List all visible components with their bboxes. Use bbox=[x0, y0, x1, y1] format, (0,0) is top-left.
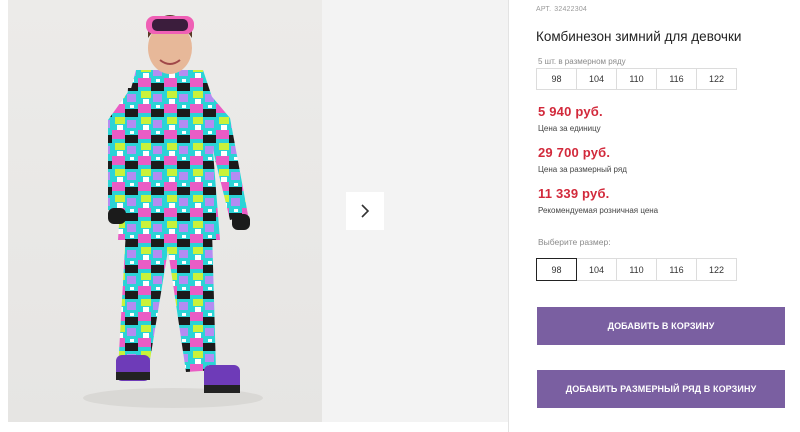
retail-price-label: Рекомендуемая розничная цена bbox=[538, 206, 659, 215]
chevron-right-icon bbox=[359, 203, 371, 219]
sku-value: 32422304 bbox=[554, 6, 588, 13]
size-option-98[interactable]: 98 bbox=[536, 258, 577, 281]
column-divider bbox=[508, 0, 509, 432]
size-option-110[interactable]: 110 bbox=[616, 258, 657, 281]
add-to-cart-button[interactable]: ДОБАВИТЬ В КОРЗИНУ bbox=[537, 307, 785, 345]
choose-size-label: Выберите размер: bbox=[538, 237, 611, 247]
pack-size-cell: 98 bbox=[536, 68, 577, 90]
pack-size-cell: 110 bbox=[616, 68, 657, 90]
product-sku: АРТ. 32422304 bbox=[536, 6, 587, 13]
unit-price: 5 940 руб. bbox=[538, 104, 603, 119]
size-option-116[interactable]: 116 bbox=[656, 258, 697, 281]
pack-size-cell: 116 bbox=[656, 68, 697, 90]
retail-price: 11 339 руб. bbox=[538, 186, 610, 201]
product-photo[interactable] bbox=[8, 0, 322, 422]
pack-price-label: Цена за размерный ряд bbox=[538, 165, 627, 174]
child-illustration bbox=[83, 15, 263, 408]
pack-size-grid: 98 104 110 116 122 bbox=[536, 68, 737, 90]
size-option-122[interactable]: 122 bbox=[696, 258, 737, 281]
sku-label: АРТ. bbox=[536, 6, 552, 13]
size-option-104[interactable]: 104 bbox=[576, 258, 617, 281]
pack-note: 5 шт. в размерном ряду bbox=[538, 57, 626, 66]
gallery-next-button[interactable] bbox=[346, 192, 384, 230]
pack-price: 29 700 руб. bbox=[538, 145, 611, 160]
pack-size-cell: 122 bbox=[696, 68, 737, 90]
add-pack-to-cart-button[interactable]: ДОБАВИТЬ РАЗМЕРНЫЙ РЯД В КОРЗИНУ bbox=[537, 370, 785, 408]
product-title: Комбинезон зимний для девочки bbox=[536, 29, 742, 44]
pack-size-cell: 104 bbox=[576, 68, 617, 90]
size-selector: 98 104 110 116 122 bbox=[536, 258, 737, 281]
unit-price-label: Цена за единицу bbox=[538, 124, 601, 133]
